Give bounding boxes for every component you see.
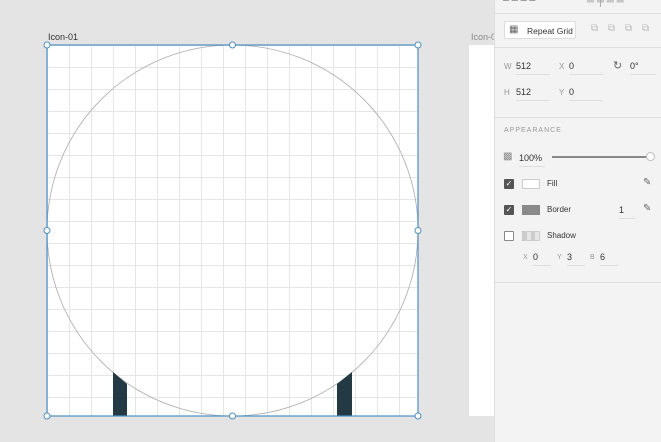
border-checkbox[interactable]: ✓ [504, 205, 514, 215]
resize-handle[interactable] [43, 227, 51, 234]
x-field[interactable]: 0 [569, 61, 603, 75]
resize-handle[interactable] [414, 412, 422, 420]
eyedropper-icon[interactable]: ✎ [643, 177, 651, 188]
border-width-field[interactable]: 1 [619, 205, 635, 219]
appearance-section: APPEARANCE ▩ 100% ✓ Fill ✎ ✓ Border 1 ✎ … [495, 118, 661, 283]
width-field[interactable]: 512 [516, 61, 550, 75]
repeat-grid-section: ▦ Repeat Grid ⧉ ⧉ ⧉ ⧉ [495, 14, 661, 48]
boolean-exclude-icon[interactable]: ⧉ [642, 23, 649, 34]
fill-label: Fill [547, 179, 558, 188]
resize-handle[interactable] [229, 41, 236, 49]
y-label: Y [559, 88, 565, 97]
y-field[interactable]: 0 [569, 87, 603, 101]
selection-box [46, 44, 419, 417]
repeat-grid-label: Repeat Grid [527, 26, 573, 36]
shadow-label: Shadow [547, 231, 576, 240]
height-label: H [504, 88, 510, 97]
width-label: W [504, 62, 512, 71]
property-inspector: ┸ ┸ ┸ ┸ ═ ╪ ═ ═ ▦ Repeat Grid ⧉ ⧉ ⧉ ⧉ W … [494, 0, 661, 442]
boolean-add-icon[interactable]: ⧉ [591, 23, 598, 34]
circle-shape[interactable] [46, 44, 419, 417]
grid-icon: ▦ [509, 24, 519, 35]
right-leg-shape[interactable] [337, 372, 352, 416]
shadow-x-label: X [523, 254, 528, 261]
opacity-field[interactable]: 100% [519, 153, 545, 167]
fill-swatch[interactable] [522, 179, 540, 189]
resize-handle[interactable] [414, 41, 422, 49]
resize-handle[interactable] [43, 412, 51, 420]
opacity-slider-handle[interactable] [646, 152, 655, 161]
resize-handle[interactable] [414, 227, 422, 234]
align-icons[interactable]: ┸ ┸ ┸ ┸ [503, 0, 535, 7]
shadow-blur-field[interactable]: 6 [600, 252, 618, 266]
repeat-grid-button[interactable]: ▦ Repeat Grid [504, 21, 576, 39]
x-label: X [559, 62, 565, 71]
resize-handle[interactable] [43, 41, 51, 49]
rotation-field[interactable]: 0° [630, 61, 656, 75]
resize-handle[interactable] [229, 412, 236, 420]
shadow-checkbox[interactable] [504, 231, 514, 241]
shadow-blur-label: B [590, 254, 595, 261]
opacity-slider[interactable] [552, 156, 650, 158]
eyedropper-icon[interactable]: ✎ [643, 203, 651, 214]
distribute-icons[interactable]: ═ ╪ ═ ═ [587, 0, 624, 7]
border-swatch[interactable] [522, 205, 540, 215]
border-label: Border [547, 205, 572, 214]
boolean-subtract-icon[interactable]: ⧉ [608, 23, 615, 34]
align-toolbar: ┸ ┸ ┸ ┸ ═ ╪ ═ ═ [495, 0, 661, 14]
shadow-x-field[interactable]: 0 [533, 252, 551, 266]
opacity-icon: ▩ [503, 151, 513, 162]
shadow-y-field[interactable]: 3 [567, 252, 585, 266]
rotate-icon: ↻ [613, 60, 623, 72]
transform-section: W 512 X 0 ↻ 0° H 512 Y 0 [495, 48, 661, 118]
height-field[interactable]: 512 [516, 87, 550, 101]
shadow-y-label: Y [557, 254, 562, 261]
fill-checkbox[interactable]: ✓ [504, 179, 514, 189]
appearance-title: APPEARANCE [504, 127, 562, 134]
left-leg-shape[interactable] [113, 372, 127, 416]
boolean-intersect-icon[interactable]: ⧉ [625, 23, 632, 34]
shadow-swatch[interactable] [522, 231, 540, 241]
